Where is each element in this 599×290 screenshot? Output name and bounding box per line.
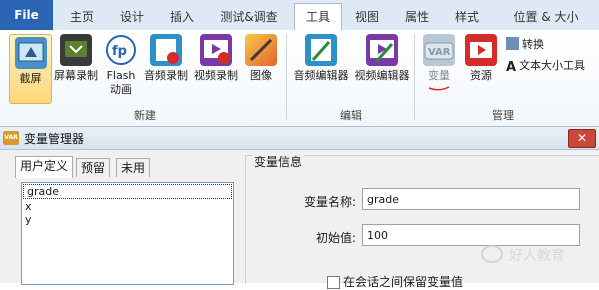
- list-item[interactable]: x: [22, 200, 233, 213]
- initial-value-label: 初始值:: [315, 231, 356, 245]
- screen-record-icon: [60, 34, 92, 66]
- text-size-tool-label: 文本大小工具: [519, 59, 586, 72]
- tab-design[interactable]: 设计: [108, 4, 156, 30]
- flash-animation-label: Flash 动画: [106, 69, 136, 96]
- tab-reserved[interactable]: 预留: [76, 158, 111, 177]
- group-label-new: 新建: [134, 109, 156, 122]
- image-button[interactable]: 图像: [243, 34, 279, 83]
- audio-record-icon: [150, 34, 182, 66]
- variables-icon: VAR: [423, 34, 455, 66]
- tab-unused[interactable]: 未用: [116, 158, 151, 177]
- text-size-tool-button[interactable]: A 文本大小工具: [506, 57, 586, 75]
- audio-record-label: 音频录制: [144, 69, 188, 82]
- resources-label: 资源: [470, 69, 492, 82]
- tab-insert[interactable]: 插入: [158, 4, 206, 30]
- audio-editor-icon: [305, 34, 337, 66]
- video-record-label: 视频录制: [194, 69, 238, 82]
- tab-home[interactable]: 主页: [58, 4, 106, 30]
- flash-icon: fp: [105, 34, 137, 66]
- tab-file[interactable]: File: [0, 0, 53, 30]
- resources-button[interactable]: 资源: [463, 34, 499, 83]
- variables-label: 变量: [428, 69, 450, 82]
- image-icon: [245, 34, 277, 66]
- video-record-button[interactable]: 视频录制: [193, 34, 239, 83]
- video-editor-label: 视频编辑器: [354, 69, 410, 82]
- retain-value-label: 在会话之间保留变量值: [343, 275, 464, 289]
- resources-icon: [465, 34, 497, 66]
- svg-text:fp: fp: [112, 44, 127, 59]
- audio-record-button[interactable]: 音频录制: [143, 34, 189, 83]
- tab-test-survey[interactable]: 测试&调查: [209, 4, 289, 30]
- dialog-titlebar: VAR 变量管理器 ✕: [0, 127, 599, 150]
- watermark-text: 好人教育: [509, 248, 565, 264]
- screenshot-icon: [14, 37, 47, 69]
- tab-user-defined[interactable]: 用户定义: [15, 156, 74, 178]
- variables-button[interactable]: VAR 变量: [420, 34, 458, 92]
- wechat-icon: [481, 245, 503, 263]
- text-size-icon: A: [506, 60, 517, 75]
- dialog-title: 变量管理器: [24, 132, 85, 146]
- group-separator: [286, 34, 287, 120]
- variable-list[interactable]: grade x y: [21, 182, 234, 285]
- variable-info-title: 变量信息: [252, 153, 305, 170]
- tab-properties[interactable]: 属性: [394, 4, 440, 30]
- variable-name-input[interactable]: grade: [362, 188, 580, 210]
- underline-mark: [428, 86, 450, 91]
- tab-view[interactable]: 视图: [344, 4, 390, 30]
- ribbon-tab-bar: File 主页 设计 插入 测试&调查 工具 视图 属性 样式 位置 & 大小: [0, 0, 599, 31]
- var-manager-icon: VAR: [3, 131, 19, 145]
- watermark: 好人教育: [481, 245, 565, 265]
- video-editor-button[interactable]: 视频编辑器: [352, 34, 412, 83]
- video-editor-icon: [366, 34, 398, 66]
- list-item[interactable]: y: [22, 213, 233, 226]
- ribbon-panel: 截屏 屏幕录制 fp Flash 动画 音频录制 视频录制 图像 新建 音频编辑…: [0, 30, 599, 127]
- initial-value-input[interactable]: 100: [362, 224, 580, 246]
- close-button[interactable]: ✕: [568, 129, 596, 148]
- svg-text:VAR: VAR: [428, 47, 451, 58]
- convert-label: 转换: [522, 38, 544, 51]
- screen-record-button[interactable]: 屏幕录制: [53, 34, 99, 83]
- tab-position-size[interactable]: 位置 & 大小: [496, 4, 596, 30]
- image-label: 图像: [250, 69, 272, 82]
- group-label-manage: 管理: [492, 109, 514, 122]
- audio-editor-label: 音频编辑器: [293, 69, 349, 82]
- audio-editor-button[interactable]: 音频编辑器: [291, 34, 351, 83]
- list-item[interactable]: grade: [23, 184, 232, 199]
- tab-style[interactable]: 样式: [444, 4, 490, 30]
- group-separator: [414, 34, 415, 120]
- group-label-edit: 编辑: [340, 109, 362, 122]
- tab-tools[interactable]: 工具: [294, 3, 342, 31]
- video-record-icon: [200, 34, 232, 66]
- convert-button[interactable]: 转换: [506, 36, 544, 52]
- screenshot-label: 截屏: [19, 72, 42, 85]
- convert-icon: [506, 37, 519, 50]
- flash-animation-button[interactable]: fp Flash 动画: [103, 34, 139, 97]
- screen-record-label: 屏幕录制: [54, 69, 98, 82]
- screenshot-button[interactable]: 截屏: [9, 34, 52, 104]
- variable-name-label: 变量名称:: [303, 195, 356, 209]
